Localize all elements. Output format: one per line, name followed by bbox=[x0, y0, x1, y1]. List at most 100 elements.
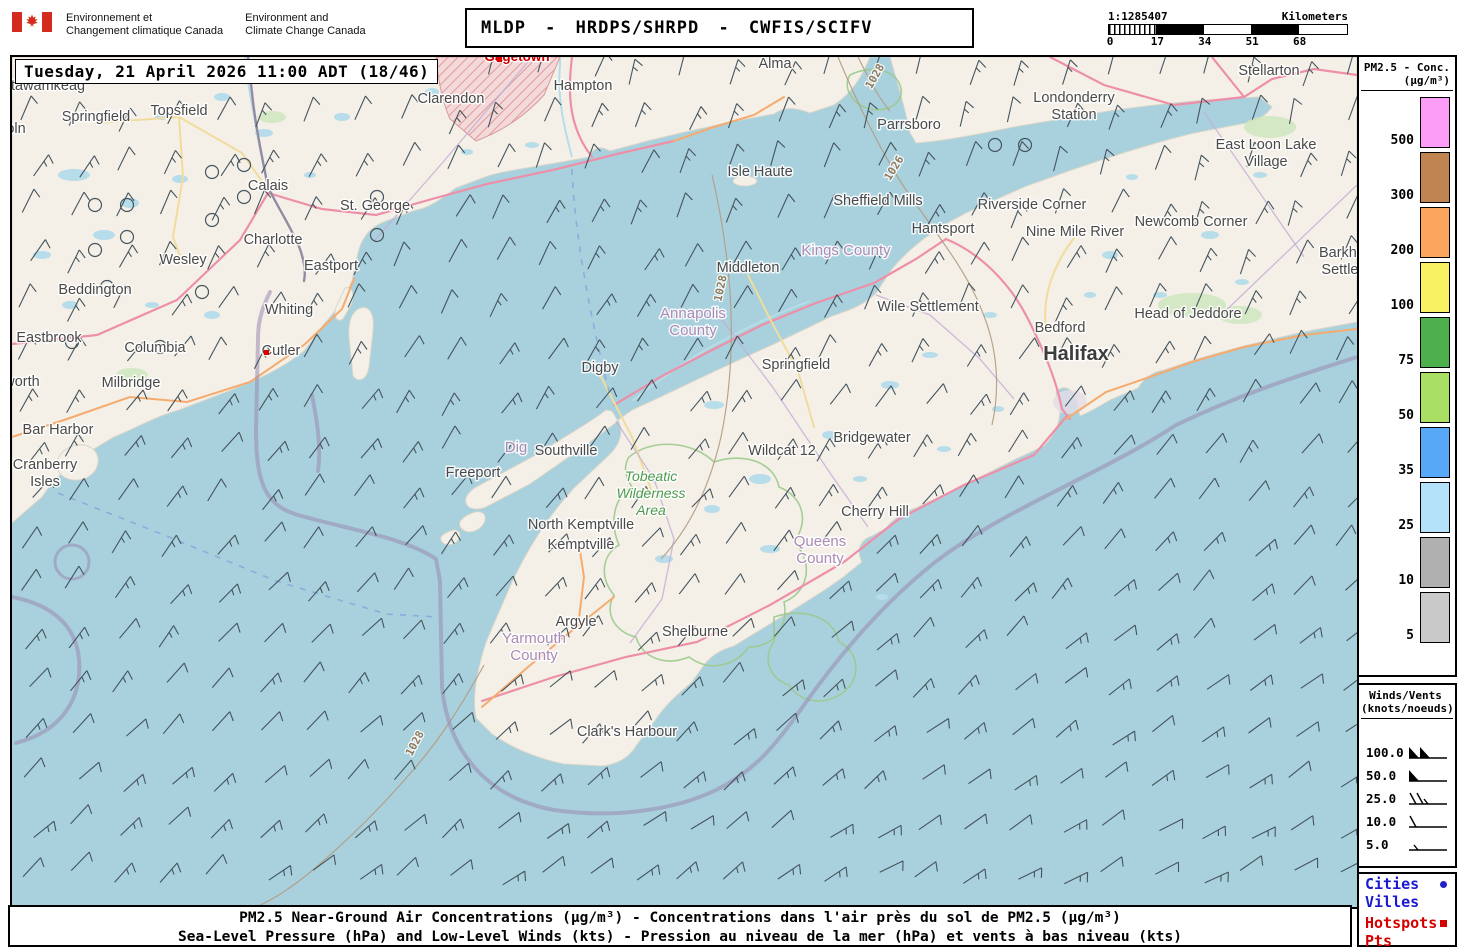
map-label: Nine Mile River bbox=[1026, 224, 1124, 240]
timestamp-box: Tuesday, 21 April 2026 11:00 ADT (18/46) bbox=[15, 59, 439, 84]
map-label: Queens County bbox=[794, 533, 847, 567]
map-label: Stellarton bbox=[1238, 63, 1299, 79]
pm25-legend-entry: 100 bbox=[1359, 262, 1450, 313]
land-layer bbox=[12, 57, 1357, 767]
wind-legend-entry: 25.0 bbox=[1359, 787, 1455, 810]
winds-legend: Winds/Vents (knots/noeuds) 100.0 50.0 25.0 1… bbox=[1357, 683, 1457, 868]
map-label: Beddington bbox=[58, 282, 131, 298]
canada-flag-icon bbox=[12, 12, 52, 32]
map-canvas: 1028102610281028attawamkeagSpringfieldTo… bbox=[10, 55, 1359, 909]
map-label: Wildcat 12 bbox=[748, 443, 816, 459]
map-label: Sheffield Mills bbox=[833, 193, 922, 209]
pm25-legend-entry: 75 bbox=[1359, 317, 1450, 368]
pm25-legend-entry: 50 bbox=[1359, 372, 1450, 423]
wind-barb-icon bbox=[1409, 844, 1447, 851]
map-label: Halifax bbox=[1043, 343, 1109, 365]
scale-unit: Kilometers bbox=[1281, 10, 1348, 23]
map-label: Head of Jeddore bbox=[1134, 306, 1241, 322]
hotspots-label-fr: Pts chauds bbox=[1365, 932, 1419, 950]
caption-line1: PM2.5 Near-Ground Air Concentrations (µg… bbox=[239, 910, 1121, 926]
pm25-swatch bbox=[1420, 592, 1450, 643]
wind-barb-icon bbox=[1409, 769, 1447, 782]
eccc-logo: Environnement et Changement climatique C… bbox=[12, 12, 366, 38]
svg-text:1028: 1028 bbox=[403, 729, 427, 759]
logo-en-line1: Environment and bbox=[245, 12, 329, 24]
logo-en-line2: Climate Change Canada bbox=[245, 25, 366, 37]
divider bbox=[1361, 718, 1453, 719]
hotspot-marker bbox=[264, 350, 269, 355]
cities-hotspots-legend: Cities Villes Hotspots Pts chauds bbox=[1357, 872, 1457, 950]
pm25-legend-entry: 25 bbox=[1359, 482, 1450, 533]
map-label: Yarmouth County bbox=[502, 630, 566, 664]
map-label: Springfield bbox=[62, 109, 131, 125]
map-label: Middleton bbox=[717, 260, 780, 276]
winds-legend-rows: 100.0 50.0 25.0 10.0 5.0 bbox=[1359, 741, 1455, 856]
map-label: Southville bbox=[535, 443, 598, 459]
pm25-swatch bbox=[1420, 207, 1450, 258]
map-label: St. George bbox=[340, 198, 410, 214]
scale-tick: 68 bbox=[1292, 35, 1307, 48]
map-label: Springfield bbox=[762, 357, 831, 373]
pm25-legend-entry: 5 bbox=[1359, 592, 1450, 643]
map-label: Isle Haute bbox=[727, 164, 792, 180]
svg-text:1026: 1026 bbox=[881, 153, 906, 183]
pm25-legend-entry: 200 bbox=[1359, 207, 1450, 258]
map-label: Wile Settlement bbox=[877, 299, 979, 315]
map-label: Dig bbox=[505, 439, 528, 456]
winds-legend-title: Winds/Vents (knots/noeuds) bbox=[1361, 689, 1454, 715]
map-label: Alma bbox=[758, 57, 792, 72]
map-label: Newcomb Corner bbox=[1135, 214, 1248, 230]
wind-legend-entry: 5.0 bbox=[1359, 833, 1455, 856]
scale-ratio: 1:1285407 bbox=[1108, 10, 1168, 23]
map-label: Eastbrook bbox=[16, 330, 82, 346]
wind-legend-entry: 10.0 bbox=[1359, 810, 1455, 833]
pm25-legend-entry: 300 bbox=[1359, 152, 1450, 203]
product-title: MLDP - HRDPS/SHRPD - CWFIS/SCIFV bbox=[481, 18, 873, 38]
pm25-legend-title: PM2.5 - Conc. (µg/m³) bbox=[1363, 61, 1450, 87]
caption-line2: Sea-Level Pressure (hPa) and Low-Level W… bbox=[178, 929, 1182, 945]
map-label: Bar Harbor bbox=[23, 422, 94, 438]
wind-barb-icon bbox=[1409, 792, 1447, 805]
pm25-legend-entry: 35 bbox=[1359, 427, 1450, 478]
divider bbox=[1361, 90, 1453, 91]
scale-tick: 34 bbox=[1198, 35, 1212, 48]
hotspots-label-en: Hotspots bbox=[1365, 914, 1438, 932]
scale-track bbox=[1108, 24, 1348, 35]
hotspot-square-icon bbox=[1440, 919, 1447, 927]
pm25-legend: PM2.5 - Conc. (µg/m³) 500 300 200 100 75 50 35 2… bbox=[1357, 55, 1457, 677]
scale-tick: 17 bbox=[1150, 35, 1165, 48]
weather-map: 1028102610281028attawamkeagSpringfieldTo… bbox=[12, 57, 1357, 907]
map-label: Calais bbox=[248, 178, 288, 194]
wind-legend-entry: 100.0 bbox=[1359, 741, 1455, 764]
pm25-swatch bbox=[1420, 152, 1450, 203]
map-label: Annapolis County bbox=[660, 305, 726, 339]
map-label: Parrsboro bbox=[877, 117, 941, 133]
svg-text:1028: 1028 bbox=[711, 274, 729, 303]
map-label: Hantsport bbox=[912, 221, 975, 237]
map-label: Freeport bbox=[446, 465, 501, 481]
cities-label-en: Cities bbox=[1365, 875, 1420, 893]
wind-legend-entry: 50.0 bbox=[1359, 764, 1455, 787]
caption-box: PM2.5 Near-Ground Air Concentrations (µg… bbox=[8, 905, 1352, 947]
pm25-swatch bbox=[1420, 427, 1450, 478]
pm25-swatch bbox=[1420, 482, 1450, 533]
map-label: Kings County bbox=[801, 242, 891, 259]
city-dot-icon bbox=[1440, 880, 1447, 888]
map-label: Shelburne bbox=[662, 624, 728, 640]
map-label: Gagetown bbox=[484, 57, 549, 64]
map-label: Whiting bbox=[265, 302, 313, 318]
map-label: Topsfield bbox=[150, 103, 207, 119]
map-label: worth bbox=[12, 374, 40, 390]
pm25-legend-entry: 10 bbox=[1359, 537, 1450, 588]
logo-fr-line2: Changement climatique Canada bbox=[66, 25, 224, 37]
map-label: Hampton bbox=[554, 78, 613, 94]
hotspot-marker bbox=[497, 57, 502, 62]
wind-barb-icon bbox=[1409, 815, 1447, 828]
maritime-dashed-line bbox=[57, 492, 439, 618]
pm25-swatch bbox=[1420, 317, 1450, 368]
product-title-box: MLDP - HRDPS/SHRPD - CWFIS/SCIFV bbox=[465, 8, 974, 48]
scale-ticks: 0 17 34 51 68 bbox=[1107, 35, 1348, 49]
map-label: Riverside Corner bbox=[978, 197, 1087, 213]
scale-bar: 1:1285407 Kilometers 0 17 34 51 68 bbox=[1107, 10, 1348, 49]
map-label: Charlotte bbox=[244, 232, 303, 248]
